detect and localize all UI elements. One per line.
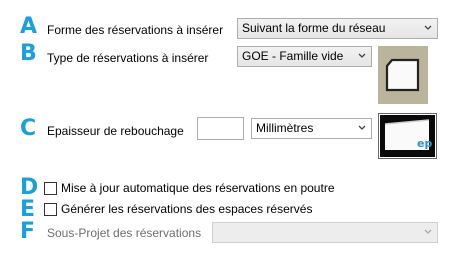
shape-label: Forme des réservations à insérer (47, 23, 224, 37)
unit-select[interactable]: Millimètres (251, 118, 372, 139)
auto-update-beam-label: Mise à jour automatique des réservations… (61, 181, 335, 195)
reservation-type-preview (378, 46, 428, 104)
empty-frame-icon (378, 46, 428, 104)
row-letter-c: C (20, 116, 37, 141)
subproject-label: Sous-Projet des réservations (47, 226, 202, 240)
shape-select[interactable]: Suivant la forme du réseau (237, 18, 438, 39)
generate-reserved-spaces-checkbox[interactable] (44, 203, 57, 216)
row-letter-a: A (20, 14, 38, 39)
row-letter-e: E (20, 197, 36, 222)
thickness-label: Epaisseur de rebouchage (47, 124, 184, 138)
chevron-down-icon (424, 25, 432, 30)
row-letter-b: B (20, 41, 37, 66)
thickness-preview: ep (378, 113, 437, 159)
row-letter-f: F (20, 219, 36, 244)
shape-select-value: Suivant la forme du réseau (242, 21, 386, 35)
type-label: Type de réservations à insérer (47, 51, 209, 65)
type-select[interactable]: GOE - Famille vide (237, 46, 372, 67)
unit-select-value: Millimètres (256, 121, 314, 135)
thickness-diagram-icon (380, 115, 435, 157)
thickness-preview-label: ep (417, 137, 433, 150)
thickness-input[interactable] (197, 117, 244, 140)
generate-reserved-spaces-label: Générer les réservations des espaces rés… (61, 202, 313, 216)
chevron-down-icon (424, 229, 432, 234)
type-select-value: GOE - Famille vide (242, 49, 344, 63)
chevron-down-icon (358, 53, 366, 58)
row-letter-d: D (20, 175, 39, 200)
chevron-down-icon (358, 125, 366, 130)
subproject-select[interactable] (212, 222, 438, 243)
auto-update-beam-checkbox[interactable] (44, 182, 57, 195)
